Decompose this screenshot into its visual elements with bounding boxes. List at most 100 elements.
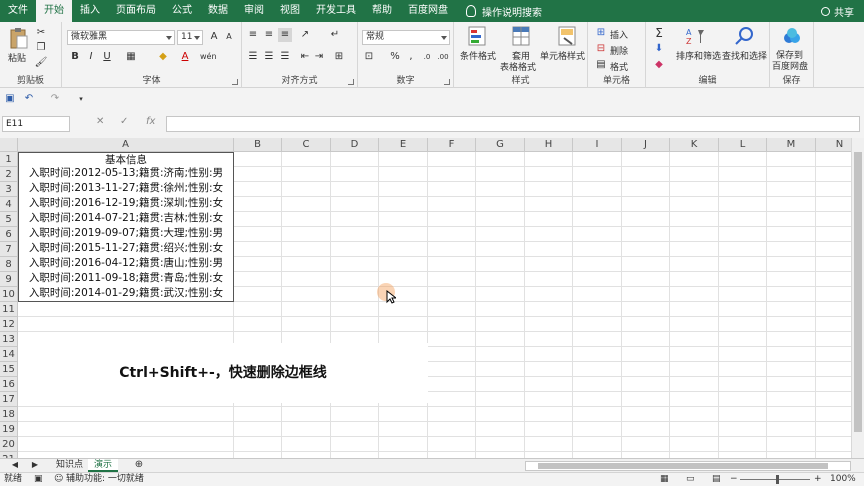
row-header-5[interactable]: 5 [0,212,18,227]
row-header-18[interactable]: 18 [0,407,18,422]
row-header-1[interactable]: 1 [0,152,18,167]
column-header-h[interactable]: H [525,138,573,152]
insert-label[interactable]: 插入 [610,28,628,41]
accessibility-icon[interactable]: ☺ [54,473,63,486]
zoom-slider[interactable] [740,479,810,480]
normal-view-icon[interactable]: ▦ [660,473,669,486]
italic-icon[interactable]: I [84,50,98,64]
row-header-4[interactable]: 4 [0,197,18,212]
align-bottom-icon[interactable]: ≡ [278,28,292,42]
row-header-9[interactable]: 9 [0,272,18,287]
prev-sheet-icon[interactable]: ◀ [8,458,22,472]
insert-icon[interactable]: ⊞ [594,26,608,40]
column-header-d[interactable]: D [331,138,379,152]
tell-me-search[interactable]: 操作说明搜索 [456,4,542,19]
column-header-m[interactable]: M [767,138,816,152]
column-header-a[interactable]: A [18,138,234,152]
format-label[interactable]: 格式 [610,60,628,73]
page-break-view-icon[interactable]: ▤ [712,473,721,486]
row-header-3[interactable]: 3 [0,182,18,197]
row-header-11[interactable]: 11 [0,302,18,317]
row-header-14[interactable]: 14 [0,347,18,362]
align-left-icon[interactable]: ☰ [246,50,260,64]
cell-a3[interactable]: 入职时间:2013-11-27;籍贯:徐州;性别:女 [18,181,234,197]
column-header-g[interactable]: G [476,138,525,152]
cell-a9[interactable]: 入职时间:2011-09-18;籍贯:青岛;性别:女 [18,271,234,287]
align-center-icon[interactable]: ☰ [262,50,276,64]
page-layout-view-icon[interactable]: ▭ [686,473,695,486]
increase-decimal-icon[interactable]: .0 [420,50,434,64]
align-middle-icon[interactable]: ≡ [262,28,276,42]
worksheet-grid[interactable]: A B C D E F G H I J K L M N 1 2 3 4 5 6 7 8 9 10 11 12 13 14 15 16 17 1… [0,138,851,458]
fill-icon[interactable]: ⬇ [652,42,666,56]
horizontal-scrollbar[interactable] [525,461,851,471]
row-header-7[interactable]: 7 [0,242,18,257]
font-launcher-icon[interactable] [232,79,238,85]
accounting-icon[interactable]: ⊡ [362,50,376,64]
row-header-19[interactable]: 19 [0,422,18,437]
tab-data[interactable]: 数据 [200,0,236,22]
font-color-icon[interactable]: A [178,50,192,64]
clear-icon[interactable]: ◆ [652,58,666,72]
vertical-scrollbar[interactable] [851,138,864,458]
align-right-icon[interactable]: ☰ [278,50,292,64]
tab-insert[interactable]: 插入 [72,0,108,22]
tab-view[interactable]: 视图 [272,0,308,22]
cell-a2[interactable]: 入职时间:2012-05-13;籍贯:济南;性别:男 [18,166,234,182]
customize-qat-icon[interactable]: ▾ [74,92,88,106]
tab-home[interactable]: 开始 [36,0,72,22]
row-header-15[interactable]: 15 [0,362,18,377]
column-header-b[interactable]: B [234,138,282,152]
column-header-n[interactable]: N [816,138,851,152]
orientation-icon[interactable]: ↗ [298,28,312,42]
undo-icon[interactable]: ↶ [22,92,36,106]
sort-filter-button[interactable]: AZ [686,26,706,49]
phonetic-icon[interactable]: wén [200,50,217,64]
tab-page-layout[interactable]: 页面布局 [108,0,164,22]
formula-input[interactable] [166,116,860,132]
next-sheet-icon[interactable]: ▶ [28,458,42,472]
cell-a5[interactable]: 入职时间:2014-07-21;籍贯:吉林;性别:女 [18,211,234,227]
format-painter-icon[interactable]: 🖌 [34,56,48,70]
column-header-l[interactable]: L [719,138,767,152]
wrap-text-icon[interactable]: ↵ [328,28,342,42]
enter-icon[interactable]: ✓ [120,116,128,127]
accessibility-status[interactable]: 辅助功能: 一切就绪 [66,473,144,486]
zoom-level[interactable]: 100% [830,473,856,486]
row-header-17[interactable]: 17 [0,392,18,407]
align-top-icon[interactable]: ≡ [246,28,260,42]
number-launcher-icon[interactable] [444,79,450,85]
underline-icon[interactable]: U [100,50,114,64]
sheet-tab-knowledge[interactable]: 知识点 [50,459,89,472]
fill-color-icon[interactable]: ◆ [156,50,170,64]
grow-font-icon[interactable]: A [207,30,221,44]
row-header-16[interactable]: 16 [0,377,18,392]
tab-formulas[interactable]: 公式 [164,0,200,22]
cell-a7[interactable]: 入职时间:2015-11-27;籍贯:绍兴;性别:女 [18,241,234,257]
find-select-button[interactable] [734,26,754,49]
cancel-icon[interactable]: ✕ [96,116,104,127]
column-header-c[interactable]: C [282,138,331,152]
delete-icon[interactable]: ⊟ [594,42,608,56]
row-header-20[interactable]: 20 [0,437,18,452]
row-header-12[interactable]: 12 [0,317,18,332]
add-sheet-icon[interactable]: ⊕ [132,458,146,472]
cell-a10[interactable]: 入职时间:2014-01-29;籍贯:武汉;性别:女 [18,286,234,302]
zoom-out-icon[interactable]: − [730,473,738,486]
row-header-2[interactable]: 2 [0,167,18,182]
cell-a1-header[interactable]: 基本信息 [18,152,234,167]
row-header-6[interactable]: 6 [0,227,18,242]
alignment-launcher-icon[interactable] [348,79,354,85]
row-header-8[interactable]: 8 [0,257,18,272]
percent-icon[interactable]: % [388,50,402,64]
cell-a6[interactable]: 入职时间:2019-09-07;籍贯:大理;性别:男 [18,226,234,242]
shrink-font-icon[interactable]: A [222,30,236,44]
format-icon[interactable]: ▤ [594,58,608,72]
increase-indent-icon[interactable]: ⇥ [312,50,326,64]
select-all-corner[interactable] [0,138,18,152]
copy-icon[interactable]: ❐ [34,41,48,55]
border-icon[interactable]: ▦ [124,50,138,64]
zoom-slider-knob[interactable] [776,475,779,484]
save-icon[interactable]: ▣ [3,92,17,106]
column-header-e[interactable]: E [379,138,428,152]
